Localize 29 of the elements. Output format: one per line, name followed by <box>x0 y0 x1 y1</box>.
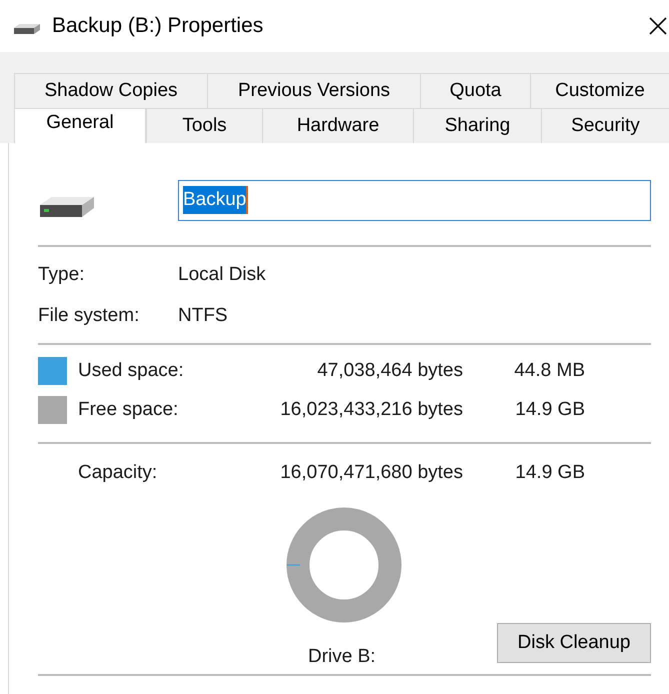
field-value: NTFS <box>178 304 228 328</box>
field-label: Type: <box>38 263 86 288</box>
drive-icon <box>38 194 96 220</box>
tab[interactable]: Sharing <box>413 108 541 143</box>
tab[interactable]: Customize <box>530 73 669 108</box>
drive-icon <box>12 22 42 36</box>
tab[interactable]: Hardware <box>262 108 413 143</box>
drive-label: Drive B: <box>308 645 376 669</box>
window-title: Backup (B:) Properties <box>52 13 264 40</box>
name-field[interactable]: Backup <box>178 180 651 220</box>
field-label: Used space: <box>78 358 185 383</box>
tab[interactable]: Previous Versions <box>207 73 420 108</box>
byte-count: 16,070,471,680 bytes <box>279 461 463 486</box>
size-value: 14.9 GB <box>514 398 585 422</box>
field-label: File system: <box>38 304 140 328</box>
field-value: Local Disk <box>178 263 266 288</box>
disk-cleanup-button[interactable]: Disk Cleanup <box>497 623 651 663</box>
field-label: Free space: <box>78 398 180 422</box>
tab[interactable]: General <box>14 108 146 143</box>
byte-count: 47,038,464 bytes <box>316 358 463 383</box>
tab[interactable]: Quota <box>420 73 530 108</box>
size-value: 44.8 MB <box>513 358 585 383</box>
tab[interactable]: Shadow Copies <box>14 73 207 108</box>
tab[interactable]: Tools <box>146 108 262 143</box>
tab[interactable]: Security <box>541 108 669 143</box>
byte-count: 16,023,433,216 bytes <box>279 398 463 422</box>
size-value: 14.9 GB <box>514 461 585 486</box>
close-icon[interactable] <box>649 17 667 35</box>
field-label: Capacity: <box>78 461 158 486</box>
